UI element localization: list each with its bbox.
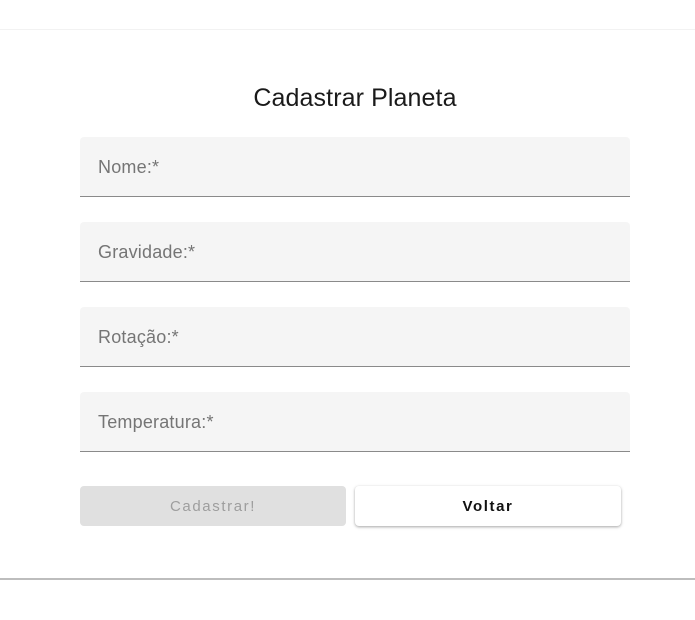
bottom-divider xyxy=(0,578,695,580)
temperature-field[interactable]: Temperatura:* xyxy=(80,392,630,452)
rotation-field[interactable]: Rotação:* xyxy=(80,307,630,367)
back-button[interactable]: Voltar xyxy=(355,486,621,526)
page: Cadastrar Planeta Nome:* Gravidade:* Rot… xyxy=(0,0,695,620)
temperature-input[interactable] xyxy=(98,418,612,448)
rotation-input[interactable] xyxy=(98,333,612,363)
name-field[interactable]: Nome:* xyxy=(80,137,630,197)
name-input[interactable] xyxy=(98,163,612,193)
gravity-field[interactable]: Gravidade:* xyxy=(80,222,630,282)
top-divider xyxy=(0,29,695,30)
page-title: Cadastrar Planeta xyxy=(253,84,457,112)
submit-button[interactable]: Cadastrar! xyxy=(80,486,346,526)
gravity-input[interactable] xyxy=(98,248,612,278)
